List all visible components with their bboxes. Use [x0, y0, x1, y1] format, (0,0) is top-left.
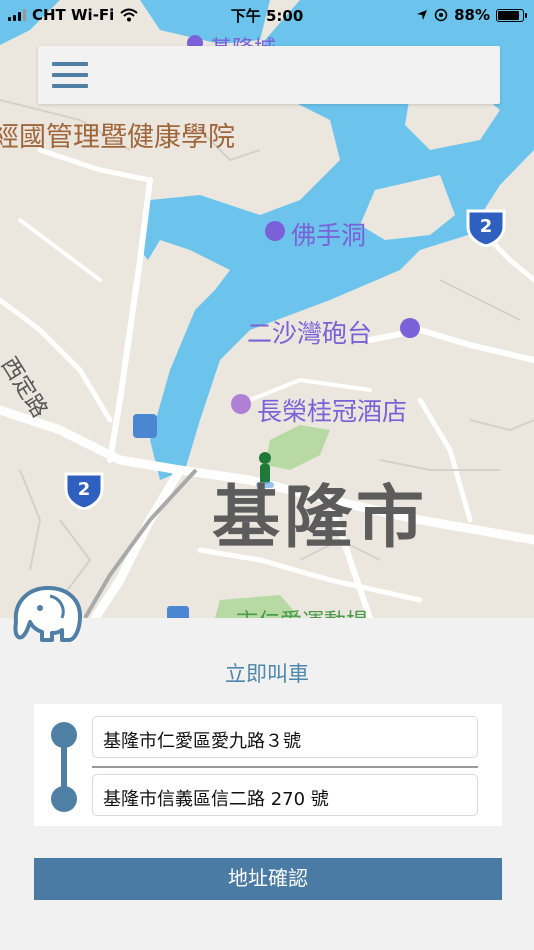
status-bar: CHT Wi-Fi 下午 5:00 88% [0, 0, 534, 30]
panel-title: 立即叫車 [225, 662, 309, 686]
route-shield-icon: 2 [466, 209, 506, 247]
map-label-fort: 二沙灣砲台 [247, 319, 373, 348]
elephant-logo-icon[interactable] [10, 582, 84, 644]
dropoff-address-field[interactable]: 基隆市信義區信二路 270 號 [92, 774, 478, 816]
battery-icon [496, 8, 527, 22]
map-label-hotel: 長榮桂冠酒店 [257, 397, 408, 426]
map-label-city: 基隆市 [212, 479, 429, 558]
address-card: 基隆市仁愛區愛九路３號 基隆市信義區信二路 270 號 [34, 704, 502, 826]
battery-fill [498, 10, 520, 20]
route-shield-number: 2 [78, 479, 91, 500]
pickup-dot-icon [51, 722, 77, 748]
route-shield-icon: 2 [64, 472, 104, 510]
dropoff-dot-icon [51, 786, 77, 812]
address-divider [92, 766, 478, 768]
map-label-school: 經國管理暨健康學院 [0, 122, 235, 153]
confirm-address-button[interactable]: 地址確認 [34, 858, 502, 900]
booking-panel: 立即叫車 基隆市仁愛區愛九路３號 基隆市信義區信二路 270 號 地址確認 [0, 618, 534, 950]
location-arrow-icon [417, 10, 428, 20]
map-label-cave: 佛手洞 [291, 221, 367, 250]
pickup-address-field[interactable]: 基隆市仁愛區愛九路３號 [92, 716, 478, 758]
route-shield-number: 2 [480, 216, 493, 237]
map-label-bottom-partial: 市仁愛運動場 [236, 604, 368, 618]
top-bar [38, 46, 500, 104]
battery-percent: 88% [454, 6, 490, 24]
hamburger-menu-icon[interactable] [52, 60, 88, 90]
orientation-lock-icon [434, 8, 448, 22]
status-right: 88% [416, 6, 527, 24]
